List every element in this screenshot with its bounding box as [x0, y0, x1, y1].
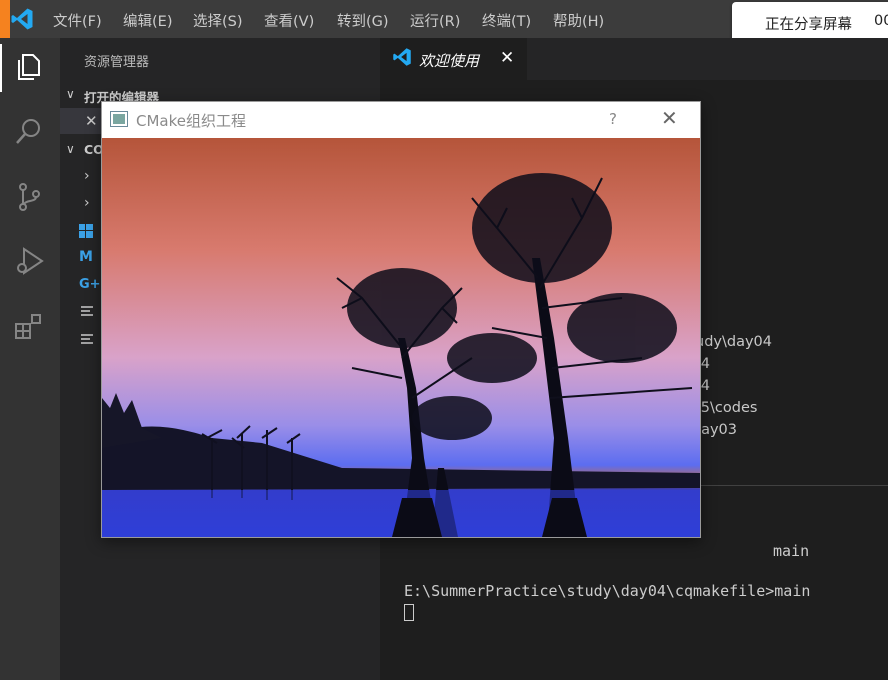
help-button[interactable]: ?	[609, 110, 617, 128]
menu-file[interactable]: 文件(F)	[53, 10, 102, 31]
menu-help[interactable]: 帮助(H)	[553, 10, 604, 31]
run-debug-icon[interactable]	[14, 246, 44, 276]
window-app-icon	[110, 111, 128, 127]
terminal-output: main	[773, 542, 810, 560]
explorer-icon[interactable]	[14, 52, 44, 82]
chevron-down-icon[interactable]: ∨	[66, 142, 75, 156]
tab-welcome-label: 欢迎使用	[419, 52, 480, 70]
text-file-icon	[81, 306, 93, 316]
active-view-indicator	[0, 44, 2, 92]
menu-edit[interactable]: 编辑(E)	[123, 10, 172, 31]
menu-terminal[interactable]: 终端(T)	[482, 10, 531, 31]
chevron-right-icon[interactable]: ›	[84, 168, 90, 184]
windows-file-icon	[79, 224, 93, 238]
chevron-down-icon[interactable]: ∨	[66, 87, 75, 101]
close-editor-icon[interactable]: ✕	[85, 112, 98, 130]
vscode-tab-icon	[393, 48, 411, 66]
search-icon[interactable]	[14, 116, 44, 146]
terminal-prompt: E:\SummerPractice\study\day04\cqmakefile…	[404, 582, 811, 600]
explorer-title: 资源管理器	[84, 55, 150, 70]
tab-close-icon[interactable]: ✕	[500, 48, 514, 68]
screen-share-label: 正在分享屏幕	[765, 17, 852, 33]
menu-run[interactable]: 运行(R)	[410, 10, 460, 31]
chevron-right-icon[interactable]: ›	[84, 195, 90, 211]
sharing-indicator-strip	[0, 0, 10, 38]
landscape-photo	[102, 138, 700, 537]
source-control-icon[interactable]	[14, 182, 44, 212]
terminal-cursor	[404, 604, 414, 621]
extensions-icon[interactable]	[14, 312, 44, 342]
window-title: CMake组织工程	[136, 112, 246, 130]
vscode-logo-icon	[11, 8, 33, 30]
menu-selection[interactable]: 选择(S)	[193, 10, 243, 31]
text-file-icon	[81, 334, 93, 344]
cpp-file-icon: G+	[79, 277, 101, 292]
makefile-icon: M	[79, 249, 93, 265]
menu-view[interactable]: 查看(V)	[264, 10, 314, 31]
window-close-button[interactable]: ✕	[661, 106, 678, 130]
menu-go[interactable]: 转到(G)	[337, 10, 389, 31]
screen-share-timer: 00	[874, 13, 888, 29]
